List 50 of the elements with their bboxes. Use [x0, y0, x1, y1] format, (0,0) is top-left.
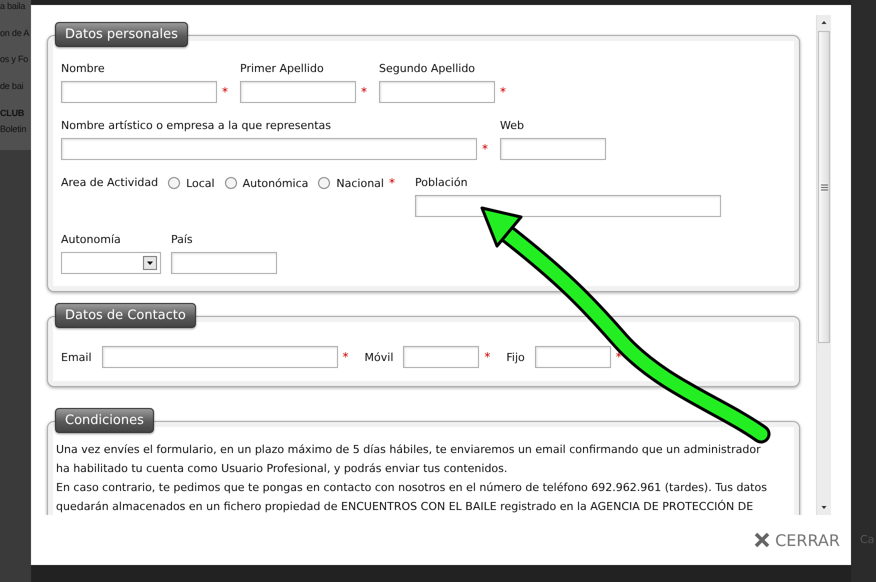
- text-field[interactable]: [102, 346, 338, 368]
- text-field[interactable]: [500, 138, 606, 160]
- required-asterisk: *: [222, 86, 229, 98]
- required-asterisk: *: [482, 143, 489, 155]
- radio-label: Local: [186, 176, 215, 190]
- field-label: Nombre: [61, 62, 106, 76]
- section-title: Condiciones: [55, 408, 154, 433]
- paragraph: En caso contrario, te pedimos que te pongas en contacto con nosotros en el número de teléfono 692.962.961 (tardes). Tus datos quedarán almacenados en un fichero propiedad de ENCUENTROS CON EL BAILE registrado en la AGENCIA DE PROTECCIÓN DE: [56, 480, 768, 515]
- required-asterisk: *: [388, 177, 396, 189]
- radio-button[interactable]: [168, 177, 180, 189]
- section-title: Datos de Contacto: [55, 303, 196, 328]
- field-label: Nombre artístico o empresa a la que representas: [61, 119, 332, 133]
- required-asterisk: *: [361, 86, 368, 98]
- radio-option[interactable]: Local: [168, 176, 215, 190]
- grip-icon: [820, 184, 828, 190]
- close-button[interactable]: CERRAR: [754, 530, 840, 550]
- scrollbar[interactable]: [816, 15, 831, 515]
- text-field[interactable]: [534, 346, 611, 368]
- field-label: Fijo: [506, 350, 525, 364]
- field-label: Segundo Apellido: [379, 62, 476, 76]
- field-label: Móvil: [364, 350, 394, 364]
- field-label: Email: [61, 350, 92, 364]
- text-field[interactable]: [415, 195, 721, 217]
- text-field[interactable]: [171, 252, 277, 274]
- text-field[interactable]: [61, 138, 477, 160]
- radio-option[interactable]: Autonómica: [224, 176, 308, 190]
- required-asterisk: *: [500, 86, 507, 98]
- close-icon: [754, 532, 770, 548]
- required-asterisk: *: [342, 351, 350, 363]
- field-label: Web: [500, 119, 525, 133]
- required-asterisk: *: [616, 351, 623, 363]
- dropdown-field[interactable]: [61, 252, 161, 274]
- required-asterisk: *: [484, 351, 492, 363]
- field-label: País: [171, 233, 194, 247]
- radio-button[interactable]: [318, 177, 330, 189]
- scroll-thumb[interactable]: [818, 31, 830, 343]
- radio-label: Nacional: [336, 176, 384, 190]
- section-title: Datos personales: [55, 22, 188, 47]
- field-label: Población: [415, 176, 469, 190]
- text-field[interactable]: [403, 346, 480, 368]
- paragraph: Una vez envíes el formulario, en un plazo máximo de 5 días hábiles, te enviaremos un email confirmando que un administrador ha habilitado tu cuenta como Usuario Profesional, y podrás enviar tus contenidos.: [56, 442, 762, 477]
- text-field[interactable]: [61, 81, 217, 103]
- text-field[interactable]: [240, 81, 356, 103]
- field-label: Primer Apellido: [240, 62, 325, 76]
- radio-button[interactable]: [224, 177, 237, 189]
- field-label: Area de Actividad: [61, 176, 158, 190]
- radio-option[interactable]: Nacional: [318, 176, 384, 190]
- text-field[interactable]: [379, 81, 495, 103]
- field-label: Autonomía: [61, 233, 122, 247]
- radio-label: Autonómica: [242, 176, 308, 190]
